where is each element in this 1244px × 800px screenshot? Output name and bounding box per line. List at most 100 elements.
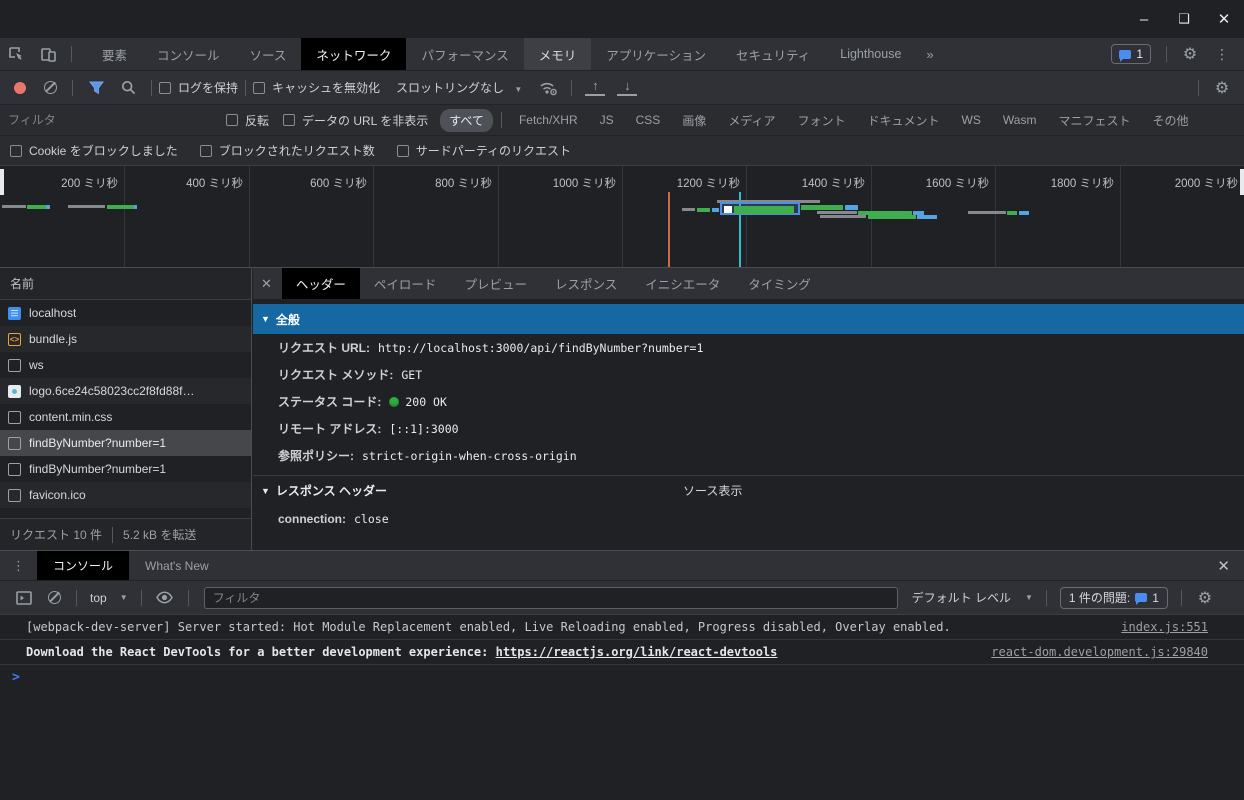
request-row[interactable]: <>bundle.js <box>0 326 251 352</box>
close-details-icon[interactable]: ✕ <box>253 268 282 299</box>
filter-funnel-icon[interactable] <box>80 81 112 95</box>
general-row: リモート アドレス:[::1]:3000 <box>253 415 1244 442</box>
details-tab-プレビュー[interactable]: プレビュー <box>450 268 541 299</box>
console-prompt[interactable]: > <box>0 665 1244 689</box>
window-minimize-button[interactable]: – <box>1124 4 1164 34</box>
timeline-tick-label: 400 ミリ秒 <box>177 175 243 191</box>
tab-コンソール[interactable]: コンソール <box>142 38 235 70</box>
execution-context-select[interactable]: top ▼ <box>84 591 134 605</box>
general-section-header[interactable]: ▼ 全般 <box>253 304 1244 334</box>
main-menu-icon[interactable]: ⋮ <box>1206 46 1238 63</box>
more-tabs-icon[interactable]: » <box>916 38 943 70</box>
blocked-cookies-checkbox[interactable]: Cookie をブロックしました <box>10 142 178 159</box>
request-row[interactable]: content.min.css <box>0 404 251 430</box>
filter-chip-その他[interactable]: その他 <box>1143 109 1197 132</box>
record-network-log-icon[interactable] <box>14 82 26 94</box>
search-icon[interactable] <box>112 80 144 95</box>
request-rows: localhost<>bundle.jsws logo.6ce24c58023cc… <box>0 300 251 508</box>
drawer-tab-コンソール[interactable]: コンソール <box>37 551 129 580</box>
throttling-select[interactable]: スロットリングなし ▼ <box>396 79 522 96</box>
disable-cache-label: キャッシュを無効化 <box>272 79 380 96</box>
request-name: logo.6ce24c58023cc2f8fd88f… <box>29 384 194 398</box>
tab-パフォーマンス[interactable]: パフォーマンス <box>406 38 523 70</box>
request-row[interactable]: localhost <box>0 300 251 326</box>
network-settings-gear-icon[interactable]: ⚙ <box>1206 78 1238 98</box>
request-list-header[interactable]: 名前 <box>0 268 251 300</box>
hide-data-urls-checkbox[interactable]: データの URL を非表示 <box>283 112 428 129</box>
window-close-button[interactable]: ✕ <box>1204 4 1244 34</box>
filter-chip-マニフェスト[interactable]: マニフェスト <box>1049 109 1139 132</box>
response-headers-section-header[interactable]: ▼ レスポンス ヘッダー ソース表示 <box>253 476 1244 505</box>
blocked-requests-checkbox[interactable]: ブロックされたリクエスト数 <box>200 142 375 159</box>
network-conditions-icon[interactable] <box>532 80 564 96</box>
export-har-icon[interactable]: ↓ <box>617 79 637 96</box>
request-row[interactable]: findByNumber?number=1 <box>0 430 251 456</box>
filter-chip-Wasm[interactable]: Wasm <box>994 110 1046 130</box>
request-row[interactable]: logo.6ce24c58023cc2f8fd88f… <box>0 378 251 404</box>
console-sidebar-toggle-icon[interactable] <box>8 591 40 605</box>
details-tab-ヘッダー[interactable]: ヘッダー <box>282 268 360 299</box>
settings-gear-icon[interactable]: ⚙ <box>1174 44 1206 64</box>
console-message-source-link[interactable]: index.js:551 <box>1121 620 1208 634</box>
filter-chip-Fetch/XHR[interactable]: Fetch/XHR <box>510 110 587 130</box>
tab-ソース[interactable]: ソース <box>235 38 302 70</box>
issues-button[interactable]: 1 <box>1111 44 1151 64</box>
console-message-source-link[interactable]: react-dom.development.js:29840 <box>991 645 1208 659</box>
tab-セキュリティ[interactable]: セキュリティ <box>721 38 825 70</box>
selected-request-box[interactable] <box>720 202 800 215</box>
device-toolbar-icon[interactable] <box>32 38 64 70</box>
network-filter-bar: 反転 データの URL を非表示 すべて Fetch/XHRJSCSS画像メディア… <box>0 105 1244 136</box>
console-message-link[interactable]: https://reactjs.org/link/react-devtools <box>496 645 778 659</box>
details-tab-レスポンス[interactable]: レスポンス <box>541 268 631 299</box>
preserve-log-checkbox[interactable]: ログを保持 <box>159 79 238 96</box>
tab-要素[interactable]: 要素 <box>87 38 142 70</box>
drawer-close-icon[interactable]: ✕ <box>1203 551 1244 580</box>
general-row: リクエスト URL:http://localhost:3000/api/find… <box>253 334 1244 361</box>
divider <box>151 80 152 96</box>
timeline-right-handle[interactable] <box>1240 169 1244 195</box>
timeline-left-handle[interactable] <box>0 169 4 195</box>
import-har-icon[interactable]: ↑ <box>585 79 605 96</box>
filter-chip-JS[interactable]: JS <box>591 110 623 130</box>
request-row[interactable]: favicon.ico <box>0 482 251 508</box>
tab-ネットワーク[interactable]: ネットワーク <box>301 38 406 70</box>
filter-chip-ドキュメント[interactable]: ドキュメント <box>859 109 949 132</box>
details-tab-タイミング[interactable]: タイミング <box>734 268 825 299</box>
tab-メモリ[interactable]: メモリ <box>524 38 592 70</box>
timeline-gridline <box>124 166 125 267</box>
inspect-element-icon[interactable] <box>0 38 32 70</box>
filter-chip-フォント[interactable]: フォント <box>789 109 855 132</box>
filter-chip-メディア[interactable]: メディア <box>719 109 784 132</box>
tab-アプリケーション[interactable]: アプリケーション <box>591 38 721 70</box>
doc-file-icon <box>8 307 21 320</box>
view-source-link[interactable]: ソース表示 <box>683 482 742 499</box>
filter-chip-CSS[interactable]: CSS <box>627 110 670 130</box>
third-party-checkbox[interactable]: サードパーティのリクエスト <box>397 142 571 159</box>
clear-console-icon[interactable] <box>48 591 61 604</box>
disable-cache-checkbox[interactable]: キャッシュを無効化 <box>253 79 380 96</box>
network-filter-bar-2: Cookie をブロックしました ブロックされたリクエスト数 サードパーティのリ… <box>0 136 1244 166</box>
invert-filter-checkbox[interactable]: 反転 <box>226 112 269 129</box>
request-row[interactable]: findByNumber?number=1 <box>0 456 251 482</box>
console-filter-input[interactable] <box>204 587 898 609</box>
filter-chip-WS[interactable]: WS <box>953 110 990 130</box>
filter-chip-画像[interactable]: 画像 <box>673 109 715 132</box>
drawer-tabbar: ⋮ コンソールWhat's New ✕ <box>0 551 1244 581</box>
clear-network-log-icon[interactable] <box>44 81 57 94</box>
window-maximize-button[interactable]: ❑ <box>1164 4 1204 34</box>
console-settings-gear-icon[interactable]: ⚙ <box>1189 588 1221 608</box>
network-overview-timeline[interactable]: 200 ミリ秒400 ミリ秒600 ミリ秒800 ミリ秒1000 ミリ秒1200… <box>0 166 1244 268</box>
network-filter-input[interactable] <box>8 113 166 127</box>
request-row[interactable]: ws <box>0 352 251 378</box>
drawer-tab-What's New[interactable]: What's New <box>129 551 225 580</box>
details-tab-ペイロード[interactable]: ペイロード <box>360 268 451 299</box>
chevron-down-icon: ▼ <box>514 85 522 94</box>
details-tab-イニシエータ[interactable]: イニシエータ <box>631 268 734 299</box>
log-level-select[interactable]: デフォルト レベル ▼ <box>906 589 1039 606</box>
live-expression-eye-icon[interactable] <box>149 591 181 604</box>
console-drawer: ⋮ コンソールWhat's New ✕ top ▼ デフォルト レベル ▼ <box>0 550 1244 800</box>
drawer-menu-icon[interactable]: ⋮ <box>0 551 37 580</box>
tab-Lighthouse[interactable]: Lighthouse <box>825 38 916 70</box>
issues-counter-button[interactable]: 1 件の問題: 1 <box>1060 587 1168 609</box>
filter-chip-すべて[interactable]: すべて <box>440 109 493 132</box>
